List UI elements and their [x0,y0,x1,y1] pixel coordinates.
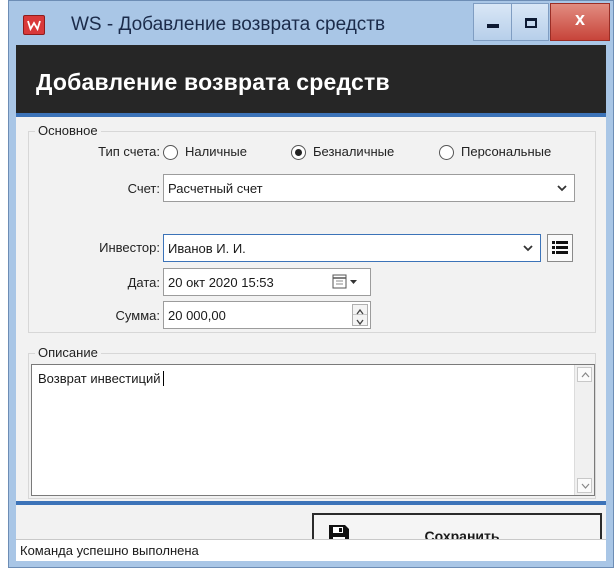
scroll-down-button[interactable] [577,478,592,493]
investor-select[interactable]: Иванов И. И. [163,234,541,262]
text-caret [163,371,165,386]
description-group-legend: Описание [35,345,101,360]
app-logo-icon[interactable] [23,15,45,35]
description-textarea[interactable]: Возврат инвестиций [31,364,595,496]
investor-value: Иванов И. И. [168,241,246,256]
description-group: Описание Возврат инвестиций [28,345,596,499]
status-bar: Команда успешно выполнена [16,539,606,561]
date-label: Дата: [127,275,160,290]
app-window: WS - Добавление возврата средств x Добав… [8,0,614,568]
account-value: Расчетный счет [168,181,263,196]
account-label: Счет: [127,181,160,196]
status-text: Команда успешно выполнена [20,543,199,558]
maximize-icon [525,18,537,28]
close-button[interactable]: x [550,3,610,41]
chevron-up-icon [581,372,590,378]
close-icon: x [574,9,585,29]
date-value: 20 окт 2020 15:53 [168,275,274,290]
chevron-down-icon [356,319,364,326]
account-type-label: Тип счета: [98,144,160,159]
date-picker[interactable]: 20 окт 2020 15:53 [163,268,371,296]
minimize-icon [487,24,499,28]
form-area: Основное Тип счета: Наличные Безналичные… [16,117,606,501]
window-title: WS - Добавление возврата средств [71,14,386,35]
radio-personal-indicator[interactable] [439,145,454,160]
radio-cash-label: Наличные [185,144,247,159]
minimize-button[interactable] [473,3,511,41]
radio-personal-label: Персональные [461,144,552,159]
chevron-down-icon [581,483,590,489]
page-title: Добавление возврата средств [36,69,390,95]
calendar-dropdown-icon[interactable] [332,274,360,290]
description-value: Возврат инвестиций [38,371,161,386]
scroll-up-button[interactable] [577,367,592,382]
main-group-legend: Основное [35,123,101,138]
account-select[interactable]: Расчетный счет [163,174,575,202]
radio-cashless[interactable]: Безналичные [291,140,421,166]
account-type-row: Тип счета: Наличные Безналичные Персонал… [29,140,595,166]
list-icon [552,241,568,254]
amount-label: Сумма: [115,308,160,323]
chevron-down-icon[interactable] [556,180,568,196]
amount-input[interactable]: 20 000,00 [163,301,371,329]
radio-cash[interactable]: Наличные [163,140,271,166]
investor-list-button[interactable] [547,234,573,262]
spin-down-button[interactable] [353,315,367,326]
amount-spinner[interactable] [352,304,368,326]
radio-cashless-indicator[interactable] [291,145,306,160]
radio-personal[interactable]: Персональные [439,140,589,166]
chevron-down-icon[interactable] [522,240,534,256]
description-text: Возврат инвестиций [38,371,165,386]
radio-cash-indicator[interactable] [163,145,178,160]
description-scrollbar[interactable] [574,365,594,495]
investor-label: Инвестор: [99,240,160,255]
main-group: Основное Тип счета: Наличные Безналичные… [28,123,596,333]
dialog-body: Добавление возврата средств Основное Тип… [16,45,606,561]
header-banner: Добавление возврата средств [16,45,606,117]
spin-up-button[interactable] [353,305,367,315]
maximize-button[interactable] [511,3,549,41]
radio-cashless-label: Безналичные [313,144,395,159]
amount-value: 20 000,00 [168,308,226,323]
title-bar[interactable]: WS - Добавление возврата средств x [9,1,613,45]
